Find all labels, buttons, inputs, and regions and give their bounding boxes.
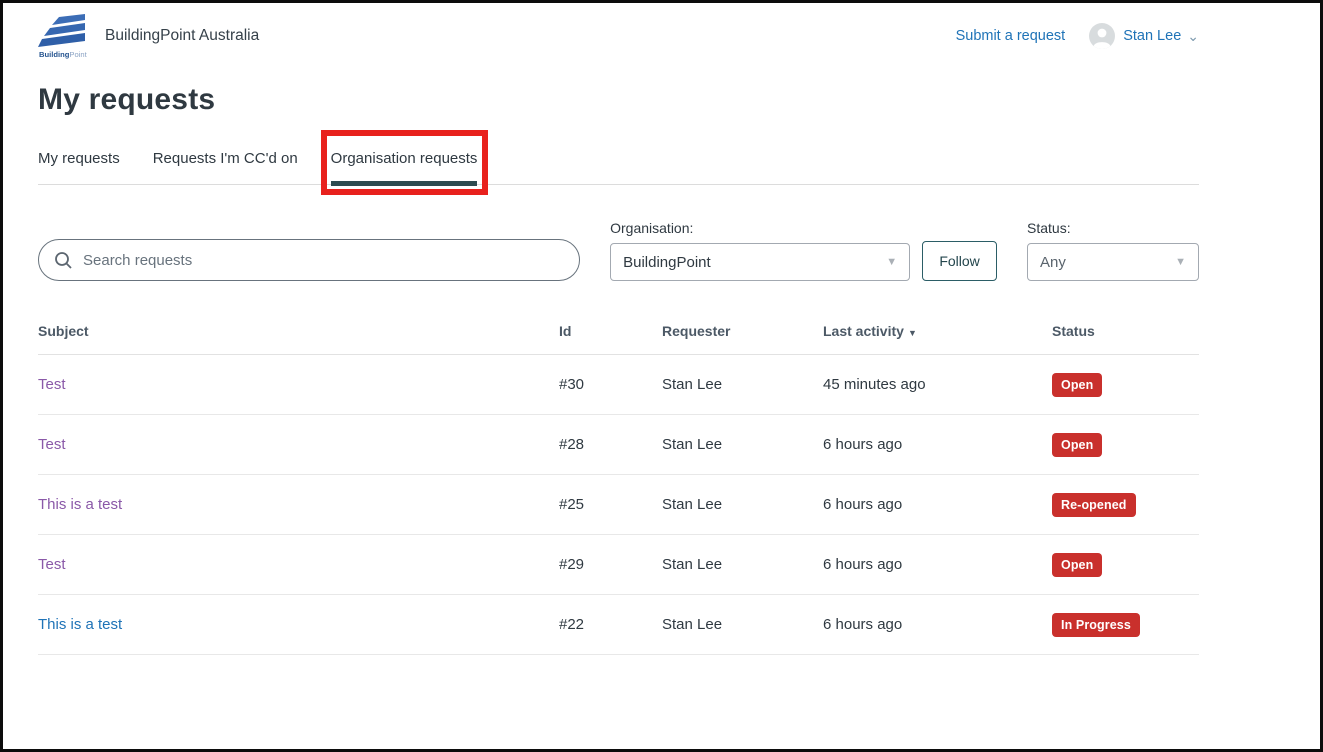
request-id: #22 [559,616,662,633]
tab-my-requests[interactable]: My requests [38,150,120,184]
request-id: #29 [559,556,662,573]
table-row: Test #28 Stan Lee 6 hours ago Open [38,415,1199,475]
table-row: Test #29 Stan Lee 6 hours ago Open [38,535,1199,595]
svg-text:BuildingPoint: BuildingPoint [39,50,88,59]
request-last-activity: 6 hours ago [823,496,1052,513]
header: BuildingPoint BuildingPoint Australia Su… [38,3,1199,69]
page-title: My requests [38,83,1199,117]
request-subject-link[interactable]: This is a test [38,616,122,633]
search-input[interactable] [83,252,564,269]
request-last-activity: 45 minutes ago [823,376,1052,393]
tab-organisation-requests[interactable]: Organisation requests [331,150,478,184]
user-icon [1089,23,1115,49]
request-subject-link[interactable]: Test [38,556,66,573]
request-requester: Stan Lee [662,496,823,513]
tab-organisation-requests-label: Organisation requests [331,150,478,167]
request-requester: Stan Lee [662,556,823,573]
avatar[interactable] [1089,23,1115,49]
column-header-last-activity[interactable]: Last activity▼ [823,323,1052,339]
submit-request-link[interactable]: Submit a request [956,28,1066,44]
request-subject-link[interactable]: Test [38,436,66,453]
tab-requests-ccd-on[interactable]: Requests I'm CC'd on [153,150,298,184]
table-row: This is a test #25 Stan Lee 6 hours ago … [38,475,1199,535]
request-requester: Stan Lee [662,436,823,453]
table-body: Test #30 Stan Lee 45 minutes ago Open Te… [38,355,1199,655]
search-icon [54,251,73,270]
organisation-selected-value: BuildingPoint [623,254,711,271]
filter-bar: Organisation: BuildingPoint ▼ Follow Sta… [38,220,1199,281]
request-subject-link[interactable]: This is a test [38,496,122,513]
logo-text-bold: Building [39,50,70,59]
chevron-down-icon[interactable]: ⌄ [1187,29,1199,43]
search-box[interactable] [38,239,580,281]
tab-bar: My requests Requests I'm CC'd on Organis… [38,150,1199,185]
status-badge: Re-opened [1052,493,1136,517]
status-badge: Open [1052,553,1102,577]
user-menu[interactable]: Stan Lee [1123,28,1181,44]
status-badge: Open [1052,373,1102,397]
status-badge: In Progress [1052,613,1140,637]
organisation-select[interactable]: BuildingPoint ▼ [610,243,910,281]
sort-desc-icon: ▼ [908,328,917,338]
request-last-activity: 6 hours ago [823,556,1052,573]
table-row: This is a test #22 Stan Lee 6 hours ago … [38,595,1199,655]
status-badge: Open [1052,433,1102,457]
chevron-down-icon: ▼ [886,256,897,268]
column-header-subject: Subject [38,323,559,339]
chevron-down-icon: ▼ [1175,256,1186,268]
table-header: Subject Id Requester Last activity▼ Stat… [38,323,1199,355]
logo-text-light: Point [69,50,87,59]
status-select[interactable]: Any ▼ [1027,243,1199,281]
column-header-requester: Requester [662,323,823,339]
column-header-status: Status [1052,323,1199,339]
request-subject-link[interactable]: Test [38,376,66,393]
requests-table: Subject Id Requester Last activity▼ Stat… [38,323,1199,655]
buildingpoint-logo-icon[interactable]: BuildingPoint [38,13,92,60]
request-id: #30 [559,376,662,393]
screenshot-frame: BuildingPoint BuildingPoint Australia Su… [0,0,1323,752]
request-id: #28 [559,436,662,453]
request-last-activity: 6 hours ago [823,616,1052,633]
request-requester: Stan Lee [662,616,823,633]
brand-name: BuildingPoint Australia [105,27,259,45]
organisation-label: Organisation: [610,220,910,236]
request-id: #25 [559,496,662,513]
status-label: Status: [1027,220,1199,236]
table-row: Test #30 Stan Lee 45 minutes ago Open [38,355,1199,415]
follow-button[interactable]: Follow [922,241,997,281]
status-selected-value: Any [1040,254,1066,271]
column-header-id: Id [559,323,662,339]
request-requester: Stan Lee [662,376,823,393]
request-last-activity: 6 hours ago [823,436,1052,453]
